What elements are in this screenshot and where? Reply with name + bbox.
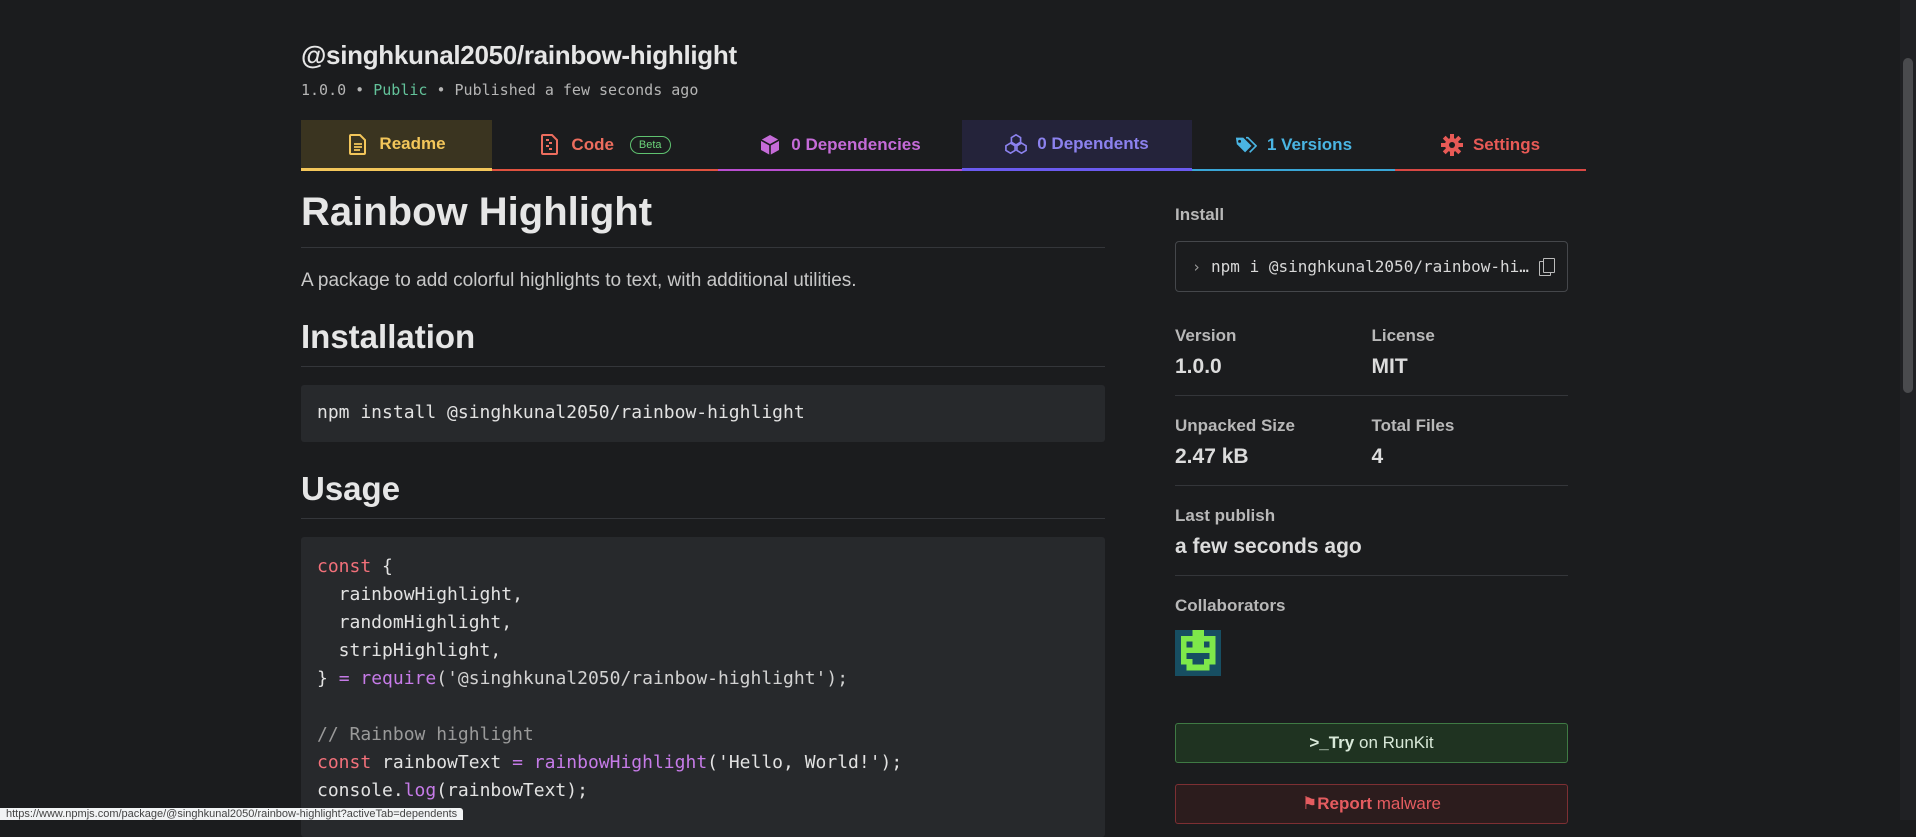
code-token: const <box>317 556 372 577</box>
flag-icon: ⚑ <box>1302 794 1318 813</box>
code-comment: // Rainbow highlight <box>317 724 534 745</box>
stats-row-size: Unpacked Size 2.47 kB Total Files 4 <box>1175 396 1568 486</box>
tab-versions-label: 1 Versions <box>1266 134 1353 154</box>
install-command-text[interactable]: npm i @singhkunal2050/rainbow-highlight <box>1211 257 1535 276</box>
license-label: License <box>1371 326 1435 345</box>
unpacked-size-label: Unpacked Size <box>1175 416 1295 435</box>
code-token: console. <box>317 780 404 801</box>
box-icon <box>759 134 781 156</box>
report-bold-label: Report <box>1317 794 1373 813</box>
gear-icon <box>1440 133 1463 156</box>
version-label: Version <box>1175 326 1237 345</box>
last-publish-label: Last publish <box>1175 506 1276 525</box>
terminal-icon: >_ <box>1309 733 1329 752</box>
code-token: { <box>371 556 393 577</box>
usage-code-block: const { rainbowHighlight, randomHighligh… <box>301 537 1105 837</box>
boxes-icon <box>1005 133 1028 155</box>
last-publish-value: a few seconds ago <box>1175 535 1362 558</box>
code-token: require <box>360 668 437 689</box>
package-meta: 1.0.0 • Public • Published a few seconds… <box>301 81 698 99</box>
meta-separator: • <box>346 81 374 99</box>
readme-description: A package to add colorful highlights to … <box>301 270 857 291</box>
package-sidebar: Install › npm i @singhkunal2050/rainbow-… <box>1175 205 1568 824</box>
code-token: rainbowHighlight <box>533 752 708 773</box>
readme-title: Rainbow Highlight <box>301 190 1105 248</box>
report-malware-button[interactable]: ⚑ Report malware <box>1175 784 1568 824</box>
unpacked-size-stat: Unpacked Size 2.47 kB <box>1175 416 1372 485</box>
runkit-bold-label: Try <box>1328 733 1355 752</box>
code-token: rainbowText <box>371 752 513 773</box>
code-token: ('@singhkunal2050/rainbow-highlight'); <box>436 668 849 689</box>
total-files-label: Total Files <box>1371 416 1455 435</box>
code-line: randomHighlight, <box>317 612 513 633</box>
package-name: @singhkunal2050/rainbow-highlight <box>301 40 737 70</box>
last-publish-stat: Last publish a few seconds ago <box>1175 506 1568 575</box>
status-bar-url: https://www.npmjs.com/package/@singhkuna… <box>0 808 464 820</box>
usage-heading: Usage <box>301 470 1105 519</box>
code-line: rainbowHighlight, <box>317 584 523 605</box>
package-tabs: Readme Code Beta 0 Dependencies 0 Depend… <box>301 120 1586 171</box>
code-token: const <box>317 752 372 773</box>
runkit-label: on RunKit <box>1354 733 1434 752</box>
code-token: (rainbowText); <box>436 780 588 801</box>
version-stat: Version 1.0.0 <box>1175 326 1372 395</box>
collaborators-section: Collaborators <box>1175 576 1568 681</box>
tab-code[interactable]: Code Beta <box>492 120 718 171</box>
total-files-stat: Total Files 4 <box>1372 416 1569 485</box>
license-stat: License MIT <box>1372 326 1569 395</box>
tab-settings-label: Settings <box>1472 134 1541 154</box>
total-files-value: 4 <box>1371 445 1384 468</box>
visibility-badge: Public <box>373 81 428 99</box>
tab-code-label: Code <box>571 134 614 154</box>
installation-heading: Installation <box>301 318 1105 367</box>
copy-icon[interactable] <box>1539 257 1555 276</box>
published-text: • Published a few seconds ago <box>427 81 699 99</box>
stats-row-version: Version 1.0.0 License MIT <box>1175 306 1568 396</box>
tab-dependents[interactable]: 0 Dependents <box>962 120 1192 171</box>
tab-dependencies[interactable]: 0 Dependencies <box>718 120 962 171</box>
tab-settings[interactable]: Settings <box>1395 120 1586 171</box>
avatar[interactable] <box>1175 630 1221 676</box>
install-label: Install <box>1175 205 1225 224</box>
unpacked-size-value: 2.47 kB <box>1175 445 1249 468</box>
beta-badge: Beta <box>629 135 671 154</box>
tab-readme[interactable]: Readme <box>301 120 492 171</box>
version-value: 1.0.0 <box>1175 355 1222 378</box>
report-label: malware <box>1372 794 1441 813</box>
collaborators-label: Collaborators <box>1175 596 1286 615</box>
code-token: log <box>403 780 437 801</box>
license-value: MIT <box>1371 355 1408 378</box>
prompt-chevron-icon: › <box>1192 257 1202 276</box>
tab-dependencies-label: 0 Dependencies <box>791 134 921 154</box>
install-command-box[interactable]: › npm i @singhkunal2050/rainbow-highligh… <box>1175 241 1568 292</box>
code-token: } <box>317 668 339 689</box>
document-icon <box>347 133 369 155</box>
code-token: = <box>338 668 350 689</box>
code-file-icon <box>539 134 561 156</box>
try-on-runkit-button[interactable]: >_ Try on RunKit <box>1175 723 1568 763</box>
install-code-block: npm install @singhkunal2050/rainbow-high… <box>301 385 1105 442</box>
scrollbar-thumb[interactable] <box>1903 58 1913 393</box>
tab-readme-label: Readme <box>379 134 446 153</box>
code-line: stripHighlight, <box>317 640 502 661</box>
readme-content: Rainbow Highlight A package to add color… <box>301 190 1105 837</box>
tab-dependents-label: 0 Dependents <box>1037 134 1149 153</box>
tags-icon <box>1235 134 1257 156</box>
package-version: 1.0.0 <box>301 81 347 99</box>
code-token: = <box>512 752 523 773</box>
stats-row-publish: Last publish a few seconds ago <box>1175 486 1568 576</box>
tab-versions[interactable]: 1 Versions <box>1192 120 1395 171</box>
code-token: ('Hello, World!'); <box>707 752 903 773</box>
